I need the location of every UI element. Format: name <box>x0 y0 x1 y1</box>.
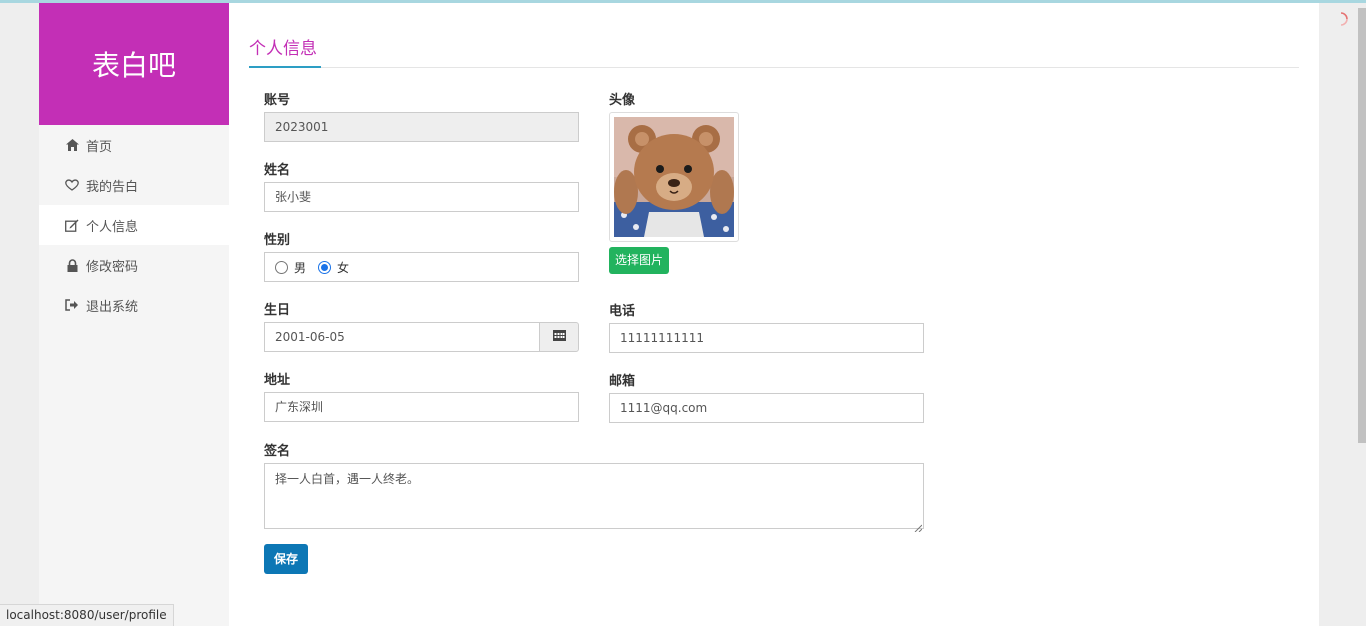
gender-option-male: 男 <box>294 260 307 275</box>
name-label: 姓名 <box>264 163 291 178</box>
birthday-field[interactable]: 2001-06-05 <box>264 322 540 352</box>
name-field[interactable]: 张小斐 <box>264 182 579 212</box>
sidebar-item-my-confessions[interactable]: 我的告白 <box>39 165 229 205</box>
edit-icon <box>64 218 80 232</box>
gender-radio-female[interactable] <box>318 260 332 274</box>
calendar-icon <box>552 329 566 345</box>
avatar-preview <box>609 112 739 242</box>
sidebar-item-label: 首页 <box>86 139 113 155</box>
email-label: 邮箱 <box>609 374 636 389</box>
gender-label: 性别 <box>264 233 291 248</box>
page-scrollbar[interactable] <box>1356 3 1366 626</box>
home-icon <box>64 138 80 152</box>
gender-radio-male[interactable] <box>275 260 288 274</box>
signature-textarea[interactable]: 择一人白首，遇一人终老。 <box>264 463 924 533</box>
sidebar: 表白吧 首页 我的告白 个人信息 修改密码 退出系统 <box>39 3 229 626</box>
address-label: 地址 <box>264 373 291 388</box>
sidebar-item-label: 修改密码 <box>86 259 139 275</box>
account-field[interactable]: 2023001 <box>264 112 579 142</box>
email-field[interactable]: 1111@qq.com <box>609 393 924 423</box>
address-field[interactable]: 广东深圳 <box>264 392 579 422</box>
avatar-label: 头像 <box>609 93 636 108</box>
sidebar-nav: 首页 我的告白 个人信息 修改密码 退出系统 <box>39 125 229 325</box>
gender-option-female: 女 <box>337 260 350 275</box>
account-label: 账号 <box>264 93 291 108</box>
sidebar-item-profile[interactable]: 个人信息 <box>39 205 229 245</box>
heart-icon <box>64 178 80 192</box>
sidebar-item-label: 退出系统 <box>86 299 139 315</box>
sidebar-item-label: 个人信息 <box>86 219 139 235</box>
sidebar-item-label: 我的告白 <box>86 179 139 195</box>
browser-status-bar: localhost:8080/user/profile <box>0 604 174 626</box>
gender-radio-group: 男 女 <box>264 252 579 282</box>
brand-logo[interactable]: 表白吧 <box>39 3 229 125</box>
phone-field[interactable]: 11111111111 <box>609 323 924 353</box>
resize-grip-icon[interactable] <box>914 519 923 533</box>
sign-out-icon <box>64 298 80 312</box>
signature-label: 签名 <box>264 444 291 459</box>
page-title: 个人信息 <box>249 37 321 68</box>
loading-spinner-icon <box>1334 12 1348 26</box>
save-button[interactable]: 保存 <box>264 544 309 574</box>
choose-image-button[interactable]: 选择图片 <box>609 247 670 274</box>
scrollbar-thumb[interactable] <box>1358 8 1366 443</box>
birthday-label: 生日 <box>264 303 291 318</box>
sidebar-item-change-password[interactable]: 修改密码 <box>39 245 229 285</box>
main-content: 个人信息 账号 2023001 姓名 张小斐 性别 男 女 生日 2001-06… <box>229 3 1319 626</box>
lock-icon <box>64 258 80 272</box>
signature-text: 择一人白首，遇一人终老。 <box>275 472 420 486</box>
sidebar-item-logout[interactable]: 退出系统 <box>39 285 229 325</box>
title-bar: 个人信息 <box>249 37 1299 68</box>
phone-label: 电话 <box>609 304 636 319</box>
sidebar-item-home[interactable]: 首页 <box>39 125 229 165</box>
date-picker-button[interactable] <box>539 322 579 352</box>
teddy-bear-avatar-image <box>614 117 734 237</box>
